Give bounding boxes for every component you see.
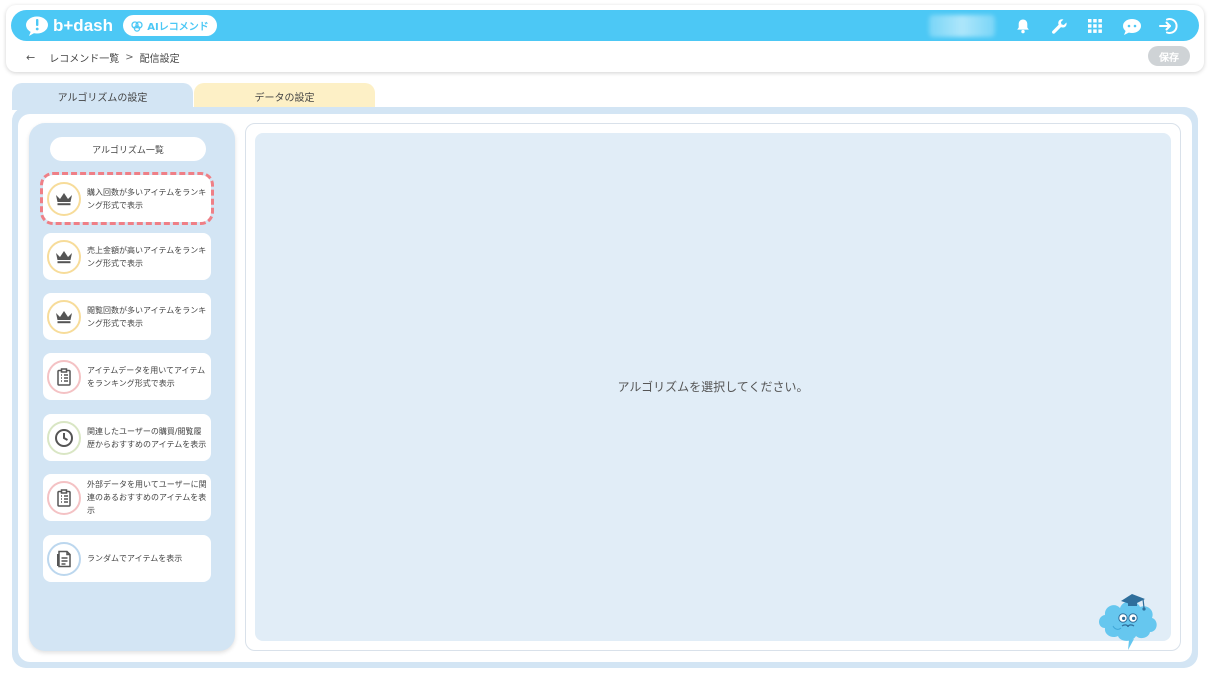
breadcrumb-separator: > (125, 51, 134, 63)
chat-icon[interactable] (1121, 17, 1143, 35)
crown-icon (47, 181, 81, 216)
user-account-blurred[interactable] (929, 15, 995, 37)
algorithm-label: 購入回数が多いアイテムをランキング形式で表示 (87, 187, 207, 210)
algorithm-card[interactable]: 購入回数が多いアイテムをランキング形式で表示 (40, 172, 214, 225)
tab-data-settings[interactable]: データの設定 (194, 83, 375, 110)
clipboard-icon (47, 480, 81, 515)
algorithm-label: 売上金額が高いアイテムをランキング形式で表示 (87, 245, 207, 268)
back-arrow-icon[interactable]: ← (26, 51, 35, 64)
algorithm-card[interactable]: アイテムデータを用いてアイテムをランキング形式で表示 (43, 353, 211, 400)
algorithm-label: ランダムでアイテムを表示 (87, 554, 183, 563)
ai-badge-label: AIレコメンド (147, 22, 209, 33)
document-icon (47, 541, 81, 576)
logo[interactable]: b+dash (25, 14, 113, 37)
save-button[interactable]: 保存 (1148, 46, 1190, 66)
tab-algorithm-settings[interactable]: アルゴリズムの設定 (12, 83, 193, 110)
bell-icon[interactable] (1014, 17, 1032, 35)
logout-icon[interactable] (1157, 17, 1179, 35)
ai-recommend-badge[interactable]: AIレコメンド (123, 15, 217, 36)
clock-icon (47, 420, 81, 455)
tab-label: アルゴリズムの設定 (57, 93, 148, 104)
brain-icon (131, 20, 143, 32)
breadcrumb: ← レコメンド一覧 > 配信設定 (26, 49, 180, 65)
top-card: b+dash AIレコメンド ← レコメンド一覧 > 配信設定 保存 (6, 5, 1204, 72)
algorithm-label: 外部データを用いてユーザーに関連のあるおすすめのアイテムを表示 (87, 480, 207, 515)
algorithm-card[interactable]: 閲覧回数が多いアイテムをランキング形式で表示 (43, 293, 211, 340)
crown-icon (47, 239, 81, 274)
algorithm-card[interactable]: ランダムでアイテムを表示 (43, 535, 211, 582)
algorithm-card[interactable]: 外部データを用いてユーザーに関連のあるおすすめのアイテムを表示 (43, 474, 211, 521)
logo-text: b+dash (53, 15, 113, 35)
logo-bubble-icon (26, 16, 48, 36)
header-bar: b+dash AIレコメンド (11, 10, 1199, 41)
crown-icon (47, 299, 81, 334)
select-algorithm-message: アルゴリズムを選択してください。 (617, 380, 809, 394)
algorithm-label: 閲覧回数が多いアイテムをランキング形式で表示 (87, 305, 207, 328)
grid-icon[interactable] (1086, 17, 1104, 35)
algorithm-card[interactable]: 売上金額が高いアイテムをランキング形式で表示 (43, 233, 211, 280)
clipboard-icon (47, 359, 81, 394)
algorithm-card[interactable]: 関連したユーザーの購買/閲覧履歴からおすすめのアイテムを表示 (43, 414, 211, 461)
algorithm-label: アイテムデータを用いてアイテムをランキング形式で表示 (87, 365, 206, 388)
breadcrumb-item-recommend-list[interactable]: レコメンド一覧 (49, 50, 119, 65)
breadcrumb-item-delivery-settings: 配信設定 (139, 53, 180, 65)
mascot-cloud-icon[interactable] (1095, 588, 1161, 654)
algorithm-list-title: アルゴリズム一覧 (50, 137, 206, 161)
wrench-icon[interactable] (1050, 17, 1068, 35)
algorithm-label: 関連したユーザーの購買/閲覧履歴からおすすめのアイテムを表示 (87, 426, 207, 449)
tab-label: データの設定 (254, 93, 315, 104)
